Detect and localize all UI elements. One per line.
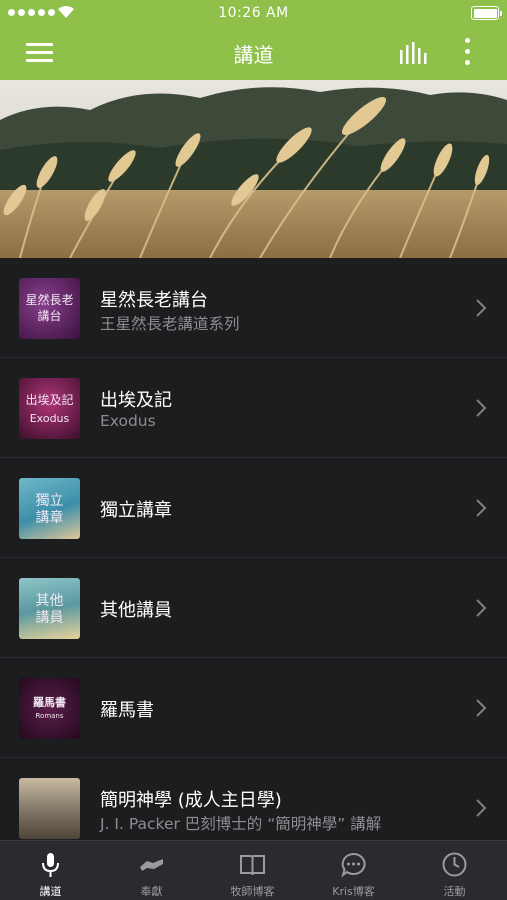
app-screen: 10:26 AM 講道 星然長老 講台 星然長老講台 王星然長老講道系列 出埃及… — [0, 0, 507, 900]
list-item-title: 獨立講章 — [100, 500, 172, 521]
battery-icon — [471, 6, 502, 20]
chevron-right-icon — [476, 299, 487, 317]
series-thumbnail: 出埃及記 Exodus — [19, 378, 80, 439]
page-title: 講道 — [233, 43, 274, 67]
tab-label: 牧師博客 — [230, 885, 275, 898]
chevron-right-icon — [476, 799, 487, 817]
list-item[interactable]: 出埃及記 Exodus 出埃及記 Exodus — [0, 358, 507, 458]
series-thumbnail: 星然長老 講台 — [19, 278, 80, 339]
series-thumbnail — [19, 778, 80, 839]
list-item-title: 簡明神學 (成人主日學) — [100, 790, 282, 811]
list-item[interactable]: 獨立 講章 獨立講章 — [0, 458, 507, 558]
thumbnail-text: 講台 — [37, 309, 62, 323]
list-item[interactable]: 星然長老 講台 星然長老講台 王星然長老講道系列 — [0, 258, 507, 358]
tab-label: 講道 — [39, 885, 62, 898]
list-item-subtitle: J. I. Packer 巴刻博士的 “簡明神學” 講解 — [100, 815, 382, 833]
list-item-title: 羅馬書 — [100, 700, 154, 721]
clock-icon — [442, 852, 467, 877]
thumbnail-text: 出埃及記 — [25, 393, 74, 407]
list-item-title: 其他講員 — [100, 600, 172, 621]
list-item-title: 星然長老講台 — [100, 290, 208, 311]
thumbnail-text: 其他 — [35, 593, 64, 609]
series-thumbnail: 其他 講員 — [19, 578, 80, 639]
chevron-right-icon — [476, 599, 487, 617]
navigation-bar: 講道 — [0, 26, 507, 80]
microphone-icon — [42, 853, 59, 877]
bottom-tab-bar: 講道 奉獻 牧師博客 Kris博客 活動 — [0, 840, 507, 900]
thumbnail-text: 講章 — [35, 510, 64, 526]
list-item-subtitle: 王星然長老講道系列 — [100, 315, 240, 333]
thumbnail-text: 星然長老 — [25, 293, 74, 307]
wheat-field-banner-image — [0, 80, 507, 258]
status-bar: 10:26 AM — [0, 0, 507, 26]
chevron-right-icon — [476, 499, 487, 517]
list-item-subtitle: Exodus — [100, 412, 156, 430]
list-item[interactable]: 羅馬書 Romans 羅馬書 — [0, 658, 507, 758]
tab-label: 活動 — [443, 885, 466, 898]
list-item-title: 出埃及記 — [100, 390, 172, 411]
series-thumbnail: 羅馬書 Romans — [19, 678, 80, 739]
thumbnail-text: Romans — [35, 712, 64, 720]
tab-label: 奉獻 — [140, 885, 163, 898]
list-item[interactable]: 其他 講員 其他講員 — [0, 558, 507, 658]
tab-pastor-blog[interactable]: 牧師博客 — [202, 841, 303, 900]
tab-kris-blog[interactable]: Kris博客 — [303, 841, 404, 900]
chevron-right-icon — [476, 699, 487, 717]
book-icon — [240, 855, 265, 876]
more-options-icon[interactable] — [460, 38, 476, 68]
tab-events[interactable]: 活動 — [404, 841, 505, 900]
tab-offering[interactable]: 奉獻 — [101, 841, 202, 900]
chat-bubble-icon — [341, 852, 366, 878]
tab-sermons[interactable]: 講道 — [0, 841, 101, 900]
status-time: 10:26 AM — [218, 5, 289, 21]
thumbnail-text: 獨立 — [35, 493, 64, 509]
thumbnail-text: 羅馬書 — [33, 696, 66, 709]
audio-bars-icon[interactable] — [399, 42, 429, 64]
handshake-icon — [140, 859, 163, 871]
thumbnail-text: 講員 — [35, 610, 64, 626]
chevron-right-icon — [476, 399, 487, 417]
tab-label: Kris博客 — [332, 885, 375, 898]
series-thumbnail: 獨立 講章 — [19, 478, 80, 539]
sermon-series-list: 星然長老 講台 星然長老講台 王星然長老講道系列 出埃及記 Exodus 出埃及… — [0, 258, 507, 858]
thumbnail-text: Exodus — [29, 412, 70, 425]
